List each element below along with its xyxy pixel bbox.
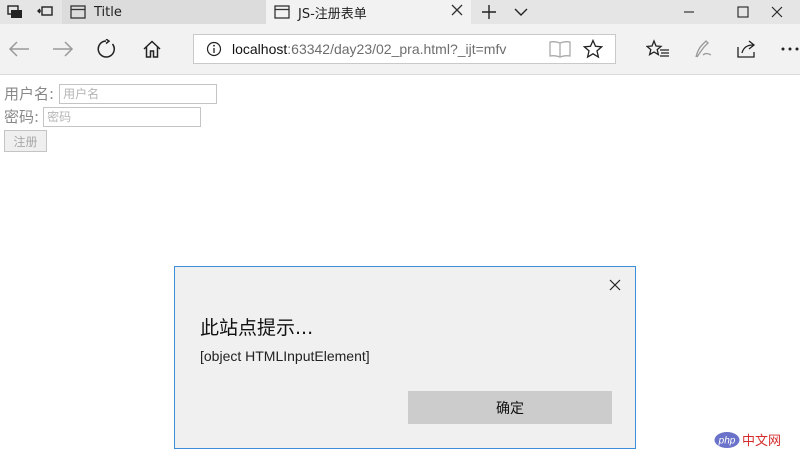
- home-icon[interactable]: [137, 34, 167, 64]
- chevron-down-icon[interactable]: [506, 0, 536, 24]
- password-label: 密码:: [4, 108, 40, 126]
- url-host: localhost: [232, 41, 288, 57]
- set-aside-tabs-icon[interactable]: [0, 0, 30, 24]
- dialog-message: [object HTMLInputElement]: [200, 348, 370, 364]
- url-path: :63342/day23/02_pra.html?_ijt=mfvqd6c9up: [287, 41, 507, 57]
- restore-tabs-icon[interactable]: [30, 0, 60, 24]
- star-icon[interactable]: [582, 38, 604, 63]
- plus-icon[interactable]: [474, 0, 504, 24]
- page-icon: [274, 5, 290, 19]
- dialog-close-icon[interactable]: [609, 276, 621, 295]
- back-icon[interactable]: [4, 34, 34, 64]
- minimize-icon[interactable]: [666, 0, 712, 24]
- tab-js-register-form[interactable]: JS-注册表单: [266, 0, 471, 24]
- title-bar: Title JS-注册表单: [0, 0, 800, 24]
- php-cn-watermark: php 中文网: [714, 428, 794, 452]
- svg-text:php: php: [718, 436, 736, 447]
- alert-dialog: 此站点提示... [object HTMLInputElement] 确定: [174, 266, 636, 449]
- navigation-bar: localhost :63342/day23/02_pra.html?_ijt=…: [0, 24, 800, 75]
- register-button[interactable]: 注册: [4, 130, 47, 152]
- dialog-title: 此站点提示...: [200, 317, 314, 339]
- favorites-icon[interactable]: [643, 34, 673, 64]
- ok-button[interactable]: 确定: [408, 391, 612, 424]
- info-icon[interactable]: [206, 41, 222, 57]
- username-label: 用户名:: [4, 85, 55, 103]
- username-row: 用户名:: [4, 83, 218, 104]
- tab-close-icon[interactable]: [451, 4, 463, 20]
- page-icon: [70, 5, 86, 19]
- username-input[interactable]: [59, 83, 218, 104]
- share-icon[interactable]: [732, 34, 762, 64]
- close-icon[interactable]: [754, 0, 800, 24]
- address-bar[interactable]: localhost :63342/day23/02_pra.html?_ijt=…: [193, 34, 616, 64]
- tab-label: Title: [94, 4, 122, 20]
- password-input[interactable]: [43, 106, 202, 127]
- more-icon[interactable]: [775, 34, 800, 64]
- refresh-icon[interactable]: [92, 34, 122, 64]
- forward-icon[interactable]: [48, 34, 78, 64]
- notes-icon[interactable]: [688, 34, 718, 64]
- svg-text:中文网: 中文网: [742, 434, 781, 449]
- password-row: 密码:: [4, 106, 202, 127]
- tab-label: JS-注册表单: [298, 6, 367, 22]
- tab-title[interactable]: Title: [62, 0, 266, 24]
- reading-view-icon[interactable]: [549, 40, 571, 62]
